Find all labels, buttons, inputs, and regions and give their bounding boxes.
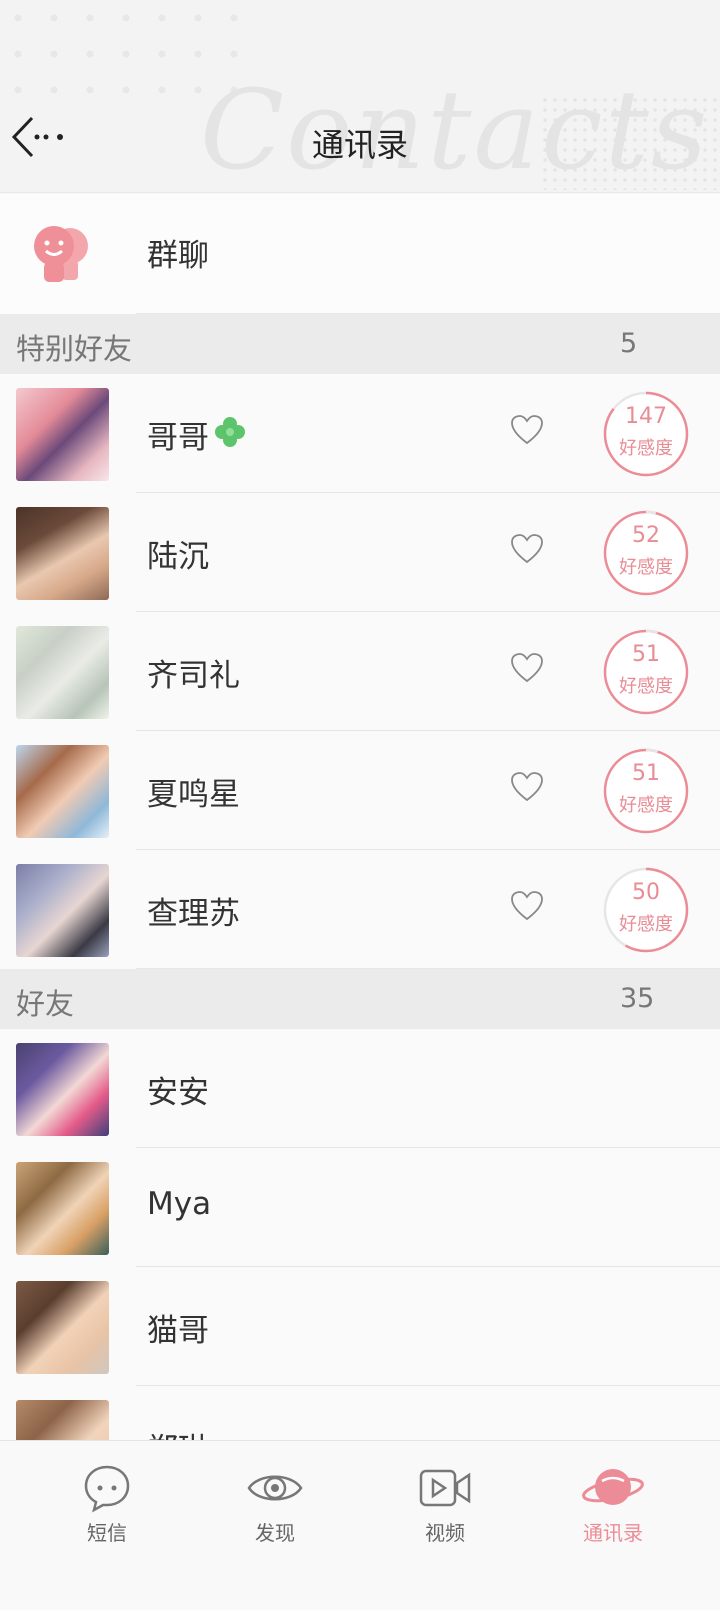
- favorability-value: 51: [632, 642, 660, 667]
- favorability-value: 51: [632, 761, 660, 786]
- contact-name: 安安: [147, 1075, 209, 1111]
- tab-video[interactable]: 视频: [385, 1463, 505, 1563]
- header: Contacts 通讯录: [0, 0, 720, 193]
- tab-label: 发现: [255, 1521, 295, 1545]
- heart-icon[interactable]: [510, 652, 544, 684]
- friend-row[interactable]: Mya: [0, 1148, 720, 1267]
- special-friend-row[interactable]: 齐司礼 51 好感度: [0, 612, 720, 731]
- group-chat-icon: [34, 226, 88, 282]
- heart-icon[interactable]: [510, 771, 544, 803]
- favorability-badge: 51 好感度: [602, 747, 690, 835]
- section-special-friends: 特别好友 5: [0, 314, 720, 374]
- friend-row[interactable]: 郑琳: [0, 1386, 720, 1440]
- contact-name: 猫哥: [147, 1313, 209, 1349]
- chat-bubble-icon: [84, 1465, 130, 1513]
- contact-name: 郑琳: [147, 1424, 209, 1440]
- special-friend-row[interactable]: 陆沉 52 好感度: [0, 493, 720, 612]
- avatar: [16, 1162, 109, 1255]
- section-friends: 好友 35: [0, 969, 720, 1029]
- heart-icon[interactable]: [510, 890, 544, 922]
- tab-contacts[interactable]: 通讯录: [553, 1463, 673, 1563]
- avatar: [16, 864, 109, 957]
- avatar: [16, 745, 109, 838]
- favorability-badge: 50 好感度: [602, 866, 690, 954]
- favorability-label: 好感度: [619, 676, 673, 697]
- contact-name: 齐司礼: [147, 658, 240, 694]
- favorability-badge: 147 好感度: [602, 390, 690, 478]
- avatar: [16, 626, 109, 719]
- favorability-label: 好感度: [619, 557, 673, 578]
- friend-row[interactable]: 猫哥: [0, 1267, 720, 1386]
- page-title: 通讯录: [311, 126, 408, 164]
- favorability-value: 52: [632, 523, 660, 548]
- avatar: [16, 1281, 109, 1374]
- tab-label: 视频: [425, 1521, 465, 1545]
- heart-icon[interactable]: [510, 533, 544, 565]
- eye-icon: [247, 1475, 303, 1501]
- avatar: [16, 507, 109, 600]
- clover-icon: [215, 417, 245, 447]
- contact-name: 陆沉: [147, 539, 209, 575]
- favorability-label: 好感度: [619, 438, 673, 459]
- tab-label: 短信: [87, 1521, 127, 1545]
- favorability-value: 50: [632, 880, 660, 905]
- bottom-tab-bar: 短信 发现 视频 通讯录: [0, 1440, 720, 1610]
- contact-name: 夏鸣星: [147, 777, 240, 813]
- favorability-badge: 52 好感度: [602, 509, 690, 597]
- favorability-label: 好感度: [619, 795, 673, 816]
- contact-name: 查理苏: [147, 896, 240, 932]
- avatar: [16, 1043, 109, 1136]
- section-title: 特别好友: [16, 332, 133, 366]
- video-icon: [419, 1469, 471, 1507]
- group-chat-row[interactable]: 群聊: [0, 194, 720, 314]
- friend-row[interactable]: 安安: [0, 1029, 720, 1148]
- special-friend-row[interactable]: 查理苏 50 好感度: [0, 850, 720, 969]
- heart-icon[interactable]: [510, 414, 544, 446]
- contact-name: 哥哥: [147, 420, 209, 456]
- planet-icon: [582, 1469, 644, 1505]
- special-friend-row[interactable]: 夏鸣星 51 好感度: [0, 731, 720, 850]
- contact-name: Mya: [147, 1186, 212, 1222]
- avatar: [16, 388, 109, 481]
- tab-label: 通讯录: [583, 1521, 643, 1545]
- special-friend-row[interactable]: 哥哥 147 好感度: [0, 374, 720, 493]
- contact-list[interactable]: 群聊 特别好友 5 哥哥 147 好感度 陆沉 52 好感度 齐司礼 51 好感…: [0, 194, 720, 1440]
- tab-discover[interactable]: 发现: [215, 1463, 335, 1563]
- section-count: 35: [620, 983, 655, 1014]
- group-chat-label: 群聊: [147, 238, 209, 274]
- favorability-badge: 51 好感度: [602, 628, 690, 716]
- favorability-label: 好感度: [619, 914, 673, 935]
- section-count: 5: [620, 328, 638, 359]
- section-title: 好友: [16, 987, 75, 1021]
- avatar: [16, 1400, 109, 1440]
- tab-messages[interactable]: 短信: [47, 1463, 167, 1563]
- favorability-value: 147: [625, 404, 667, 429]
